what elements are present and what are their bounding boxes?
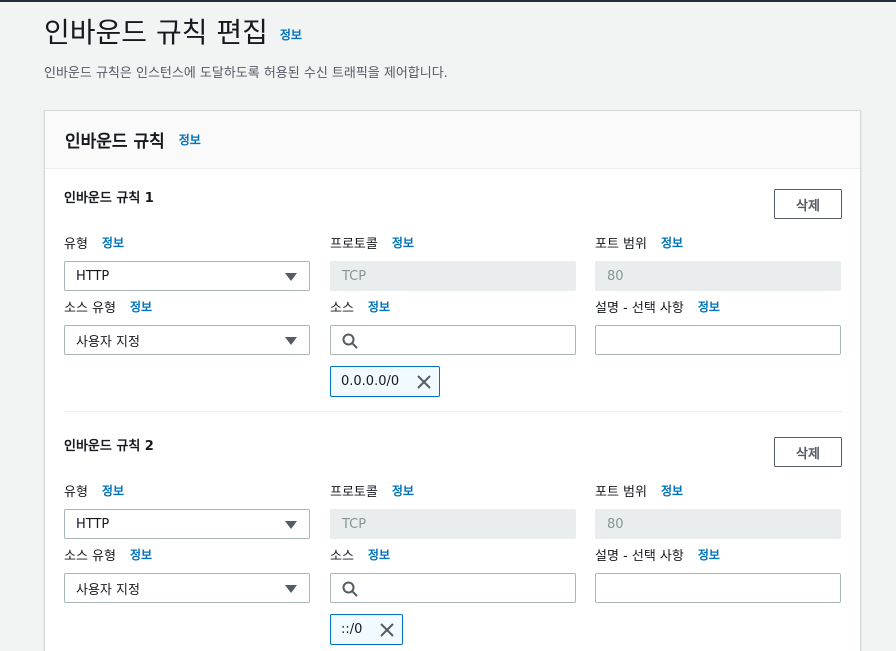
delete-rule-button[interactable]: 삭제 <box>774 437 842 467</box>
caret-down-icon <box>285 337 297 345</box>
protocol-label-text: 프로토콜 <box>330 485 378 500</box>
port-range-info-link[interactable]: 정보 <box>661 234 683 251</box>
close-icon[interactable] <box>416 374 432 390</box>
description-label: 설명 - 선택 사항 정보 <box>595 297 720 316</box>
source-type-value: 사용자 지정 <box>76 334 140 350</box>
protocol-label: 프로토콜 정보 <box>330 233 414 252</box>
search-icon <box>342 581 358 597</box>
source-label: 소스 정보 <box>330 297 390 316</box>
source-type-label: 소스 유형 정보 <box>64 297 152 316</box>
description-info-link[interactable]: 정보 <box>698 546 720 563</box>
source-type-value: 사용자 지정 <box>76 582 140 598</box>
caret-down-icon <box>285 273 297 281</box>
protocol-info-link[interactable]: 정보 <box>392 234 414 251</box>
page-description: 인바운드 규칙은 인스턴스에 도달하도록 허용된 수신 트래픽을 제어합니다. <box>44 66 448 81</box>
source-search-input[interactable] <box>330 325 576 355</box>
page-header: 인바운드 규칙 편집 정보 <box>44 14 302 52</box>
source-type-info-link[interactable]: 정보 <box>130 298 152 315</box>
port-range-label: 포트 범위 정보 <box>595 481 683 500</box>
type-value: HTTP <box>76 268 110 284</box>
source-token: 0.0.0.0/0 <box>330 366 440 397</box>
inbound-rules-panel: 인바운드 규칙 정보 인바운드 규칙 1 삭제 유형 정보 프로토콜 정보 포트… <box>44 110 861 651</box>
description-info-link[interactable]: 정보 <box>698 298 720 315</box>
description-label-text: 설명 - 선택 사항 <box>595 301 684 316</box>
port-range-value: 80 <box>607 516 624 532</box>
port-range-field: 80 <box>595 509 841 539</box>
source-type-select[interactable]: 사용자 지정 <box>64 573 310 603</box>
source-token-label: 0.0.0.0/0 <box>341 374 400 389</box>
source-type-info-link[interactable]: 정보 <box>130 546 152 563</box>
panel-title: 인바운드 규칙 <box>65 132 165 152</box>
type-select[interactable]: HTTP <box>64 261 310 291</box>
source-info-link[interactable]: 정보 <box>368 298 390 315</box>
port-range-label-text: 포트 범위 <box>595 485 647 500</box>
caret-down-icon <box>285 585 297 593</box>
type-label-text: 유형 <box>64 485 88 500</box>
search-icon <box>342 333 358 349</box>
type-label: 유형 정보 <box>64 481 124 500</box>
page-info-link[interactable]: 정보 <box>280 26 302 43</box>
protocol-info-link[interactable]: 정보 <box>392 482 414 499</box>
type-info-link[interactable]: 정보 <box>102 234 124 251</box>
protocol-value: TCP <box>342 516 367 532</box>
page-title: 인바운드 규칙 편집 <box>44 16 268 49</box>
panel-header: 인바운드 규칙 정보 <box>45 111 860 169</box>
protocol-label: 프로토콜 정보 <box>330 481 414 500</box>
description-label: 설명 - 선택 사항 정보 <box>595 545 720 564</box>
type-select[interactable]: HTTP <box>64 509 310 539</box>
caret-down-icon <box>285 521 297 529</box>
description-input[interactable] <box>595 573 841 603</box>
source-type-label-text: 소스 유형 <box>64 301 116 316</box>
source-info-link[interactable]: 정보 <box>368 546 390 563</box>
source-search-input[interactable] <box>330 573 576 603</box>
inbound-rule-1: 인바운드 규칙 1 삭제 유형 정보 프로토콜 정보 포트 범위 정보 HTTP… <box>64 187 842 397</box>
source-type-label: 소스 유형 정보 <box>64 545 152 564</box>
description-input[interactable] <box>595 325 841 355</box>
port-range-field: 80 <box>595 261 841 291</box>
source-token: ::/0 <box>330 614 403 645</box>
rule-title: 인바운드 규칙 1 <box>64 191 154 206</box>
source-type-select[interactable]: 사용자 지정 <box>64 325 310 355</box>
port-range-label-text: 포트 범위 <box>595 237 647 252</box>
protocol-field: TCP <box>330 261 576 291</box>
top-border <box>0 0 896 2</box>
rule-title: 인바운드 규칙 2 <box>64 439 154 454</box>
protocol-value: TCP <box>342 268 367 284</box>
source-type-label-text: 소스 유형 <box>64 549 116 564</box>
description-label-text: 설명 - 선택 사항 <box>595 549 684 564</box>
port-range-info-link[interactable]: 정보 <box>661 482 683 499</box>
rule-divider <box>64 411 842 412</box>
delete-rule-button[interactable]: 삭제 <box>774 189 842 219</box>
close-icon[interactable] <box>379 622 395 638</box>
type-info-link[interactable]: 정보 <box>102 482 124 499</box>
protocol-field: TCP <box>330 509 576 539</box>
inbound-rule-2: 인바운드 규칙 2 삭제 유형 정보 프로토콜 정보 포트 범위 정보 HTTP… <box>64 435 842 645</box>
panel-info-link[interactable]: 정보 <box>179 131 201 148</box>
source-label-text: 소스 <box>330 549 354 564</box>
source-label: 소스 정보 <box>330 545 390 564</box>
source-token-label: ::/0 <box>341 622 363 637</box>
type-label: 유형 정보 <box>64 233 124 252</box>
source-label-text: 소스 <box>330 301 354 316</box>
type-label-text: 유형 <box>64 237 88 252</box>
port-range-value: 80 <box>607 268 624 284</box>
port-range-label: 포트 범위 정보 <box>595 233 683 252</box>
type-value: HTTP <box>76 516 110 532</box>
protocol-label-text: 프로토콜 <box>330 237 378 252</box>
